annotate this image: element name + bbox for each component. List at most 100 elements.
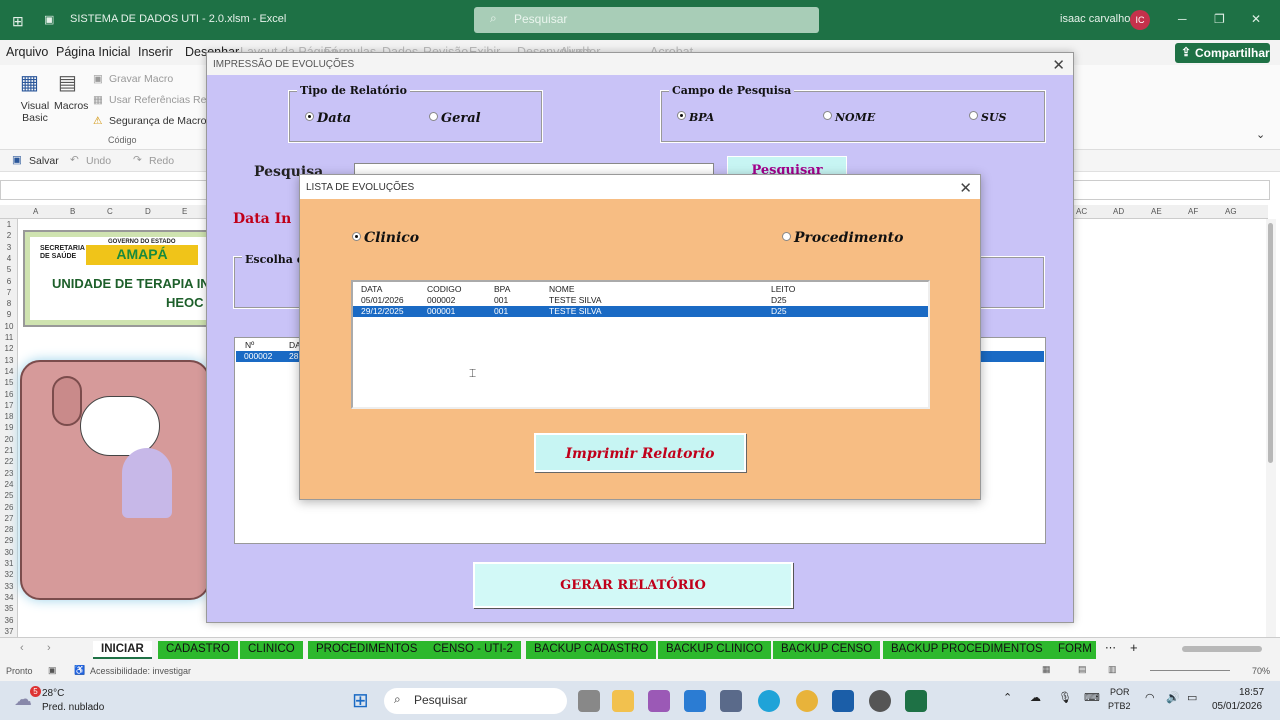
battery-icon[interactable]: ▭: [1187, 691, 1197, 704]
row-number[interactable]: 35: [0, 604, 18, 613]
wifi-icon[interactable]: ◠: [1145, 691, 1155, 704]
menu-inserir[interactable]: Inserir: [138, 45, 173, 59]
task-view-icon[interactable]: [578, 690, 600, 712]
row-number[interactable]: 2: [0, 231, 18, 240]
macros-button[interactable]: Macros: [54, 100, 88, 112]
col-e[interactable]: E: [182, 207, 187, 216]
redo-button[interactable]: Redo: [149, 155, 174, 167]
restore-icon[interactable]: ❐: [1214, 12, 1225, 26]
record-macro-button[interactable]: Gravar Macro: [109, 73, 173, 85]
col-d[interactable]: D: [145, 207, 151, 216]
minimize-icon[interactable]: ─: [1178, 12, 1187, 26]
outlook-icon[interactable]: [684, 690, 706, 712]
gerar-relatorio-button[interactable]: GERAR RELATÓRIO: [473, 562, 793, 608]
row-number[interactable]: 32: [0, 570, 18, 579]
row-number[interactable]: 23: [0, 469, 18, 478]
language-secondary[interactable]: PTB2: [1108, 701, 1131, 711]
row-number[interactable]: 16: [0, 390, 18, 399]
radio-procedimento[interactable]: Procedimento: [782, 230, 903, 246]
evolucoes-listbox[interactable]: DATA CODIGO BPA NOME LEITO 05/01/2026 00…: [351, 280, 930, 409]
save-button[interactable]: Salvar: [29, 155, 59, 167]
share-button[interactable]: ⇪ Compartilhar: [1175, 43, 1270, 63]
col-c[interactable]: C: [107, 207, 113, 216]
radio-clinico[interactable]: Clinico: [352, 230, 419, 246]
relative-ref-button[interactable]: Usar Referências Relativas: [109, 94, 206, 106]
onedrive-icon[interactable]: ☁: [1030, 691, 1041, 704]
weather-desc[interactable]: Pred. nublado: [42, 702, 104, 713]
microphone-icon[interactable]: 🎙: [1058, 691, 1072, 704]
weather-temp[interactable]: 28°C: [42, 688, 64, 699]
tab-clinico[interactable]: CLINICO: [240, 641, 303, 659]
tab-backup-cadastro[interactable]: BACKUP CADASTRO: [526, 641, 657, 659]
col-a[interactable]: A: [33, 207, 38, 216]
row-number[interactable]: 24: [0, 480, 18, 489]
col-ag[interactable]: AG: [1225, 207, 1237, 216]
row-number[interactable]: 22: [0, 457, 18, 466]
row-number[interactable]: 27: [0, 514, 18, 523]
chevron-right-icon[interactable]: ›: [47, 642, 51, 654]
macro-security-button[interactable]: Segurança de Macro: [109, 115, 206, 127]
row-number[interactable]: 7: [0, 288, 18, 297]
zoom-slider[interactable]: [1150, 670, 1230, 671]
row-number[interactable]: 9: [0, 310, 18, 319]
close-icon[interactable]: ✕: [959, 179, 972, 197]
tab-form[interactable]: FORM: [1050, 641, 1096, 659]
chevron-left-icon[interactable]: ‹: [20, 642, 24, 654]
dell-icon[interactable]: [832, 690, 854, 712]
row-number[interactable]: 15: [0, 378, 18, 387]
row-number[interactable]: 6: [0, 277, 18, 286]
tab-iniciar[interactable]: INICIAR: [93, 641, 152, 659]
row-number[interactable]: 26: [0, 503, 18, 512]
list-row-selected[interactable]: 29/12/2025 000001 001 TESTE SILVA D25: [353, 306, 928, 317]
store-icon[interactable]: [720, 690, 742, 712]
row-number[interactable]: 5: [0, 265, 18, 274]
col-b[interactable]: B: [70, 207, 75, 216]
row-number[interactable]: 31: [0, 559, 18, 568]
more-icon[interactable]: ⋯: [1105, 641, 1116, 654]
horizontal-scrollbar[interactable]: [1182, 646, 1262, 652]
row-number[interactable]: 20: [0, 435, 18, 444]
row-number[interactable]: 19: [0, 423, 18, 432]
row-number[interactable]: 11: [0, 333, 18, 342]
tab-backup-clinico[interactable]: BACKUP CLINICO: [658, 641, 771, 659]
imprimir-relatorio-button[interactable]: Imprimir Relatorio: [534, 433, 746, 472]
settings-icon[interactable]: [869, 690, 891, 712]
row-number[interactable]: 33: [0, 582, 18, 591]
clock-date[interactable]: 05/01/2026: [1212, 701, 1262, 712]
row-number[interactable]: 12: [0, 344, 18, 353]
close-icon[interactable]: ✕: [1251, 12, 1261, 26]
edge-icon[interactable]: [758, 690, 780, 712]
tab-backup-procedimentos[interactable]: BACKUP PROCEDIMENTOS: [883, 641, 1051, 659]
visual-basic-button[interactable]: Visual Basic: [20, 100, 50, 124]
keyboard-icon[interactable]: ⌨: [1084, 691, 1100, 704]
row-number[interactable]: 37: [0, 627, 18, 636]
col-ae[interactable]: AE: [1151, 207, 1162, 216]
menu-arquivo[interactable]: Arquivo: [6, 45, 48, 59]
row-number[interactable]: 13: [0, 356, 18, 365]
page-layout-icon[interactable]: ▤: [1078, 664, 1087, 675]
row-number[interactable]: 18: [0, 412, 18, 421]
pesquisar-button[interactable]: Pesquisar: [727, 156, 847, 175]
col-ac[interactable]: AC: [1076, 207, 1087, 216]
windows-start-icon[interactable]: ⊞: [352, 688, 369, 713]
row-number[interactable]: 3: [0, 243, 18, 252]
row-number[interactable]: 14: [0, 367, 18, 376]
chrome-icon[interactable]: [796, 690, 818, 712]
radio-data[interactable]: Data: [305, 111, 351, 126]
clock-time[interactable]: 18:57: [1239, 687, 1264, 698]
chevron-up-icon[interactable]: ⌃: [1003, 691, 1012, 704]
row-number[interactable]: 21: [0, 446, 18, 455]
language-primary[interactable]: POR: [1110, 687, 1130, 697]
menu-pagina-inicial[interactable]: Página Inicial: [56, 45, 130, 59]
chevron-down-icon[interactable]: ⌄: [1256, 128, 1265, 141]
excel-taskbar-icon[interactable]: [905, 690, 927, 712]
row-number[interactable]: 8: [0, 299, 18, 308]
row-number[interactable]: 1: [0, 220, 18, 229]
file-explorer-icon[interactable]: [612, 690, 634, 712]
tab-procedimentos[interactable]: PROCEDIMENTOS: [308, 641, 426, 659]
page-break-icon[interactable]: ▥: [1108, 664, 1117, 675]
tab-backup-censo[interactable]: BACKUP CENSO: [773, 641, 881, 659]
row-number[interactable]: 30: [0, 548, 18, 557]
volume-icon[interactable]: 🔊: [1166, 691, 1180, 704]
radio-geral[interactable]: Geral: [429, 111, 481, 126]
